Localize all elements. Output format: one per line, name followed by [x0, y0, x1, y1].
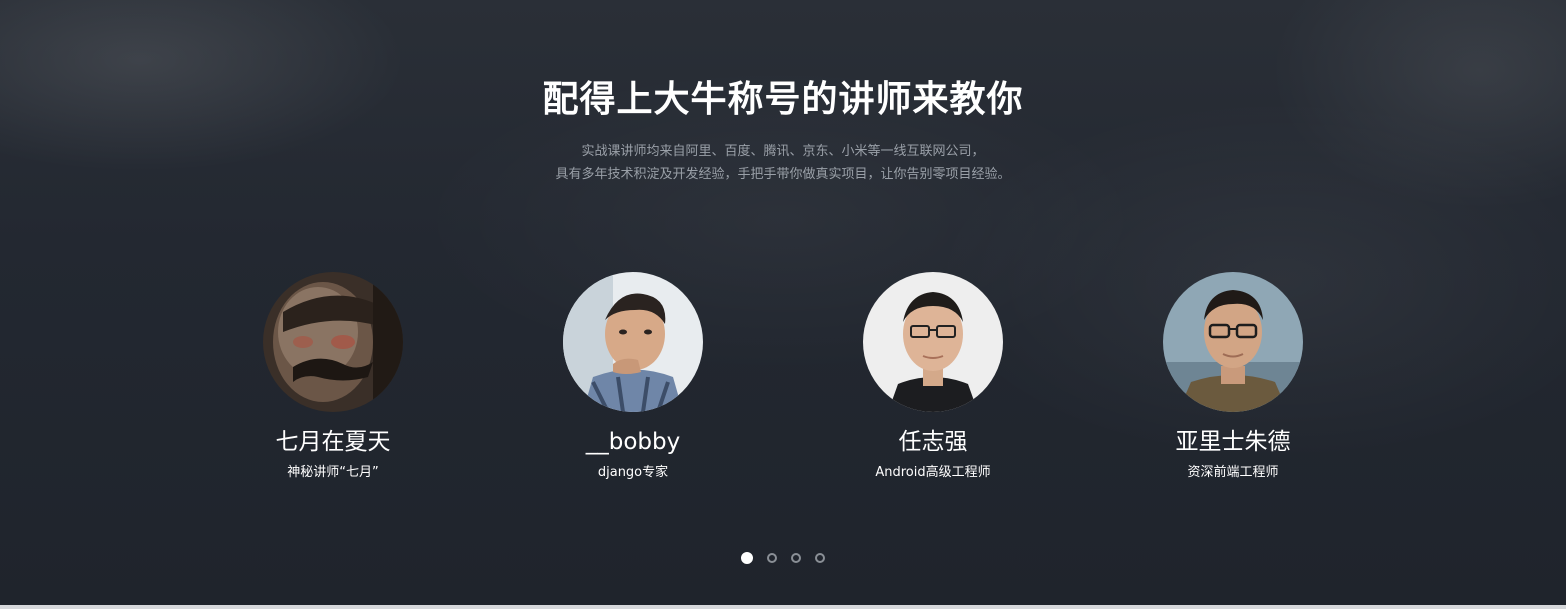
teacher-card[interactable]: 亚里士朱德 资深前端工程师	[1083, 272, 1383, 482]
pagination-dot-3[interactable]	[791, 553, 801, 563]
teacher-card[interactable]: 任志强 Android高级工程师	[783, 272, 1083, 482]
section-subtitle: 实战课讲师均来自阿里、百度、腾讯、京东、小米等一线互联网公司， 具有多年技术积淀…	[0, 140, 1566, 186]
section-title: 配得上大牛称号的讲师来教你	[542, 79, 1024, 120]
teacher-name[interactable]: 亚里士朱德	[1083, 426, 1383, 458]
man-thinking-avatar[interactable]	[563, 272, 703, 412]
teachers-section: 配得上大牛称号的讲师来教你 实战课讲师均来自阿里、百度、腾讯、京东、小米等一线互…	[0, 0, 1566, 609]
teacher-name[interactable]: __bobby	[483, 426, 783, 458]
carousel-pagination	[0, 552, 1566, 564]
pagination-dot-1[interactable]	[741, 552, 753, 564]
man-glasses-avatar[interactable]	[863, 272, 1003, 412]
bottom-divider	[0, 605, 1566, 609]
teacher-role: 资深前端工程师	[1187, 465, 1279, 480]
pagination-dot-4[interactable]	[815, 553, 825, 563]
teacher-card[interactable]: 七月在夏天 神秘讲师“七月”	[183, 272, 483, 482]
subtitle-line: 具有多年技术积淀及开发经验，手把手带你做真实项目，让你告别零项目经验。	[555, 167, 1011, 182]
masked-man-avatar[interactable]	[263, 272, 403, 412]
teacher-card[interactable]: __bobby django专家	[483, 272, 783, 482]
teacher-name[interactable]: 七月在夏天	[183, 426, 483, 458]
teacher-carousel: 七月在夏天 神秘讲师“七月” __bobby django专家 任志强 Andr…	[183, 272, 1383, 502]
subtitle-line: 实战课讲师均来自阿里、百度、腾讯、京东、小米等一线互联网公司，	[581, 144, 985, 159]
pagination-dot-2[interactable]	[767, 553, 777, 563]
teacher-role: Android高级工程师	[875, 465, 991, 480]
teacher-role: 神秘讲师“七月”	[287, 465, 379, 480]
man-glasses-outdoor-avatar[interactable]	[1163, 272, 1303, 412]
teacher-role: django专家	[597, 465, 669, 480]
teacher-name[interactable]: 任志强	[783, 426, 1083, 458]
